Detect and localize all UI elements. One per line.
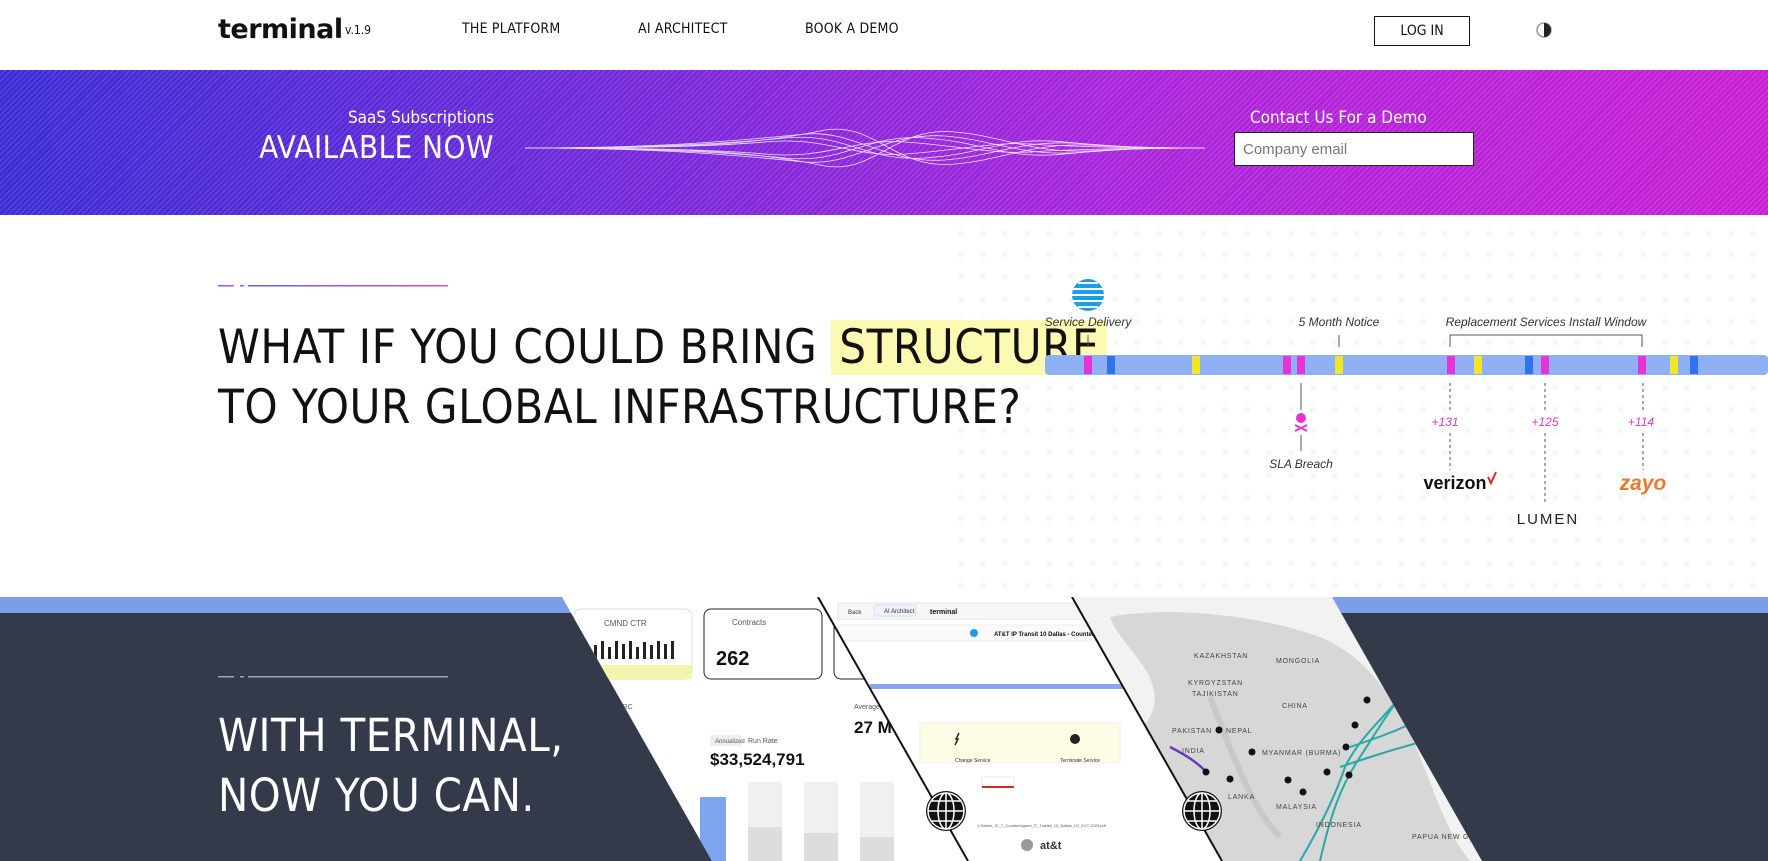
total-mrc-label: Total MRC [600, 704, 633, 711]
contracts-label: Contracts [732, 618, 766, 627]
ai-architect-tab: AI Architect [884, 609, 915, 615]
globe-icon [926, 791, 966, 831]
logo[interactable]: terminal [218, 14, 343, 45]
hero-line-2: TO YOUR GLOBAL INFRASTRUCTURE? [218, 380, 1022, 435]
run-rate-label: Run Rate [748, 738, 778, 745]
sla-breach-label: SLA Breach [1269, 457, 1333, 471]
top-nav: terminal v.1.9 THE PLATFORM AI ARCHITECT… [0, 0, 1768, 70]
feature-title: WITH TERMINAL, NOW YOU CAN. [218, 706, 564, 826]
back-link: Back [848, 610, 862, 616]
map-label-myanmar: MYANMAR (BURMA) [1262, 750, 1341, 757]
contract-file: 1-Switch_IC_T_Countersigned_IT_Transit_1… [977, 823, 1107, 828]
timeline-bar [1045, 355, 1768, 375]
map-label-kyrgyzstan: KYRGYZSTAN [1188, 680, 1243, 687]
contracts-value: 262 [716, 648, 749, 670]
offset-lumen: +125 [1531, 415, 1558, 429]
login-button[interactable]: LOG IN [1374, 16, 1470, 46]
cmnd-ctr-label: CMND CTR [604, 619, 647, 628]
map-label-nepal: NEPAL [1226, 728, 1252, 735]
nav-link-ai-architect[interactable]: AI ARCHITECT [638, 21, 728, 37]
decorative-line [218, 285, 448, 287]
waveform-graphic [525, 128, 1205, 168]
average-label: Average [854, 704, 880, 711]
decorative-line [218, 676, 448, 678]
timeline-label-notice: 5 Month Notice [1299, 315, 1380, 329]
timeline-label-service-delivery: Service Delivery [1045, 315, 1133, 329]
att-globe-icon [1072, 279, 1104, 311]
change-service-label: Change Service [955, 758, 991, 764]
contact-label: Contact Us For a Demo [1250, 108, 1427, 128]
feature-line-1: WITH TERMINAL, [218, 709, 564, 762]
map-label-tajikistan: TAJIKISTAN [1192, 691, 1239, 698]
globe-icon [1182, 791, 1222, 831]
run-rate-value: $33,524,791 [710, 750, 805, 769]
terminate-service-label: Terminate Service [1060, 758, 1100, 764]
map-label-indonesia: INDONESIA [1316, 822, 1362, 829]
vendor-lumen-logo: LUMEN [1517, 511, 1580, 528]
company-email-input[interactable] [1234, 132, 1474, 166]
banner-headline: AVAILABLE NOW [259, 130, 494, 166]
nav-link-book-demo[interactable]: BOOK A DEMO [805, 21, 899, 37]
map-label-pakistan: PAKISTAN [1172, 728, 1212, 735]
vendor-zayo-logo: zayo [1619, 472, 1667, 495]
version-label: v.1.9 [345, 23, 372, 37]
hero-title: WHAT IF YOU COULD BRING STRUCTURE TO YOU… [218, 318, 1108, 438]
svg-text:at&t: at&t [1040, 840, 1062, 852]
contrast-icon[interactable] [1534, 20, 1554, 40]
nav-link-platform[interactable]: THE PLATFORM [462, 21, 560, 37]
vendor-verizon-logo: verizon [1423, 473, 1486, 493]
hero-line-1: WHAT IF YOU COULD BRING [218, 320, 818, 375]
banner-subtitle: SaaS Subscriptions [347, 108, 494, 128]
map-label-china: CHINA [1282, 703, 1308, 710]
skull-icon [1294, 413, 1308, 432]
map-label-mongolia: MONGOLIA [1276, 658, 1320, 665]
map-label-india: INDIA [1182, 748, 1205, 755]
contract-timeline: Service Delivery 5 Month Notice Replacem… [1045, 279, 1768, 528]
feature-line-2: NOW YOU CAN. [218, 769, 535, 822]
map-label-lanka: LANKA [1228, 794, 1255, 801]
annualized-tag: Annualized [715, 739, 745, 745]
collage-brand: terminal [930, 609, 957, 616]
map-label-png: PAPUA NEW GUINEA [1412, 834, 1495, 841]
offset-verizon: +131 [1431, 415, 1458, 429]
timeline-label-install-window: Replacement Services Install Window [1446, 315, 1648, 329]
offset-zayo: +114 [1628, 415, 1654, 429]
map-label-kazakhstan: KAZAKHSTAN [1194, 653, 1248, 660]
map-label-malaysia: MALAYSIA [1276, 804, 1317, 811]
